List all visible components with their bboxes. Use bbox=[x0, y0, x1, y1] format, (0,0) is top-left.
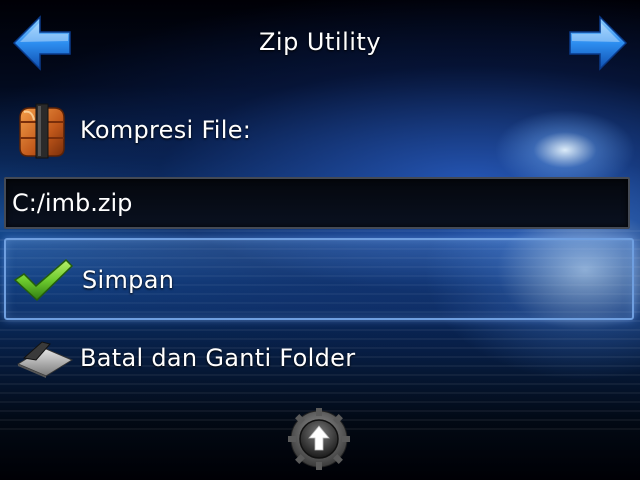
save-label: Simpan bbox=[82, 266, 175, 294]
checkmark-icon bbox=[13, 258, 74, 302]
compress-label: Kompresi File: bbox=[80, 116, 252, 144]
file-path-input[interactable] bbox=[6, 179, 612, 227]
cancel-change-folder-button[interactable]: Batal dan Ganti Folder bbox=[4, 326, 630, 390]
up-arrow-gear-icon bbox=[288, 408, 350, 470]
next-button[interactable] bbox=[568, 14, 628, 72]
arrow-right-icon bbox=[569, 15, 628, 71]
archive-box-icon bbox=[19, 103, 65, 159]
arrow-left-icon bbox=[12, 15, 71, 71]
save-button[interactable]: Simpan bbox=[4, 238, 634, 320]
cancel-label: Batal dan Ganti Folder bbox=[80, 344, 356, 372]
folder-icon bbox=[16, 341, 74, 378]
page-title: Zip Utility bbox=[258, 28, 382, 56]
file-path-field[interactable] bbox=[4, 177, 630, 229]
back-button[interactable] bbox=[12, 14, 72, 72]
up-button[interactable] bbox=[288, 408, 350, 470]
